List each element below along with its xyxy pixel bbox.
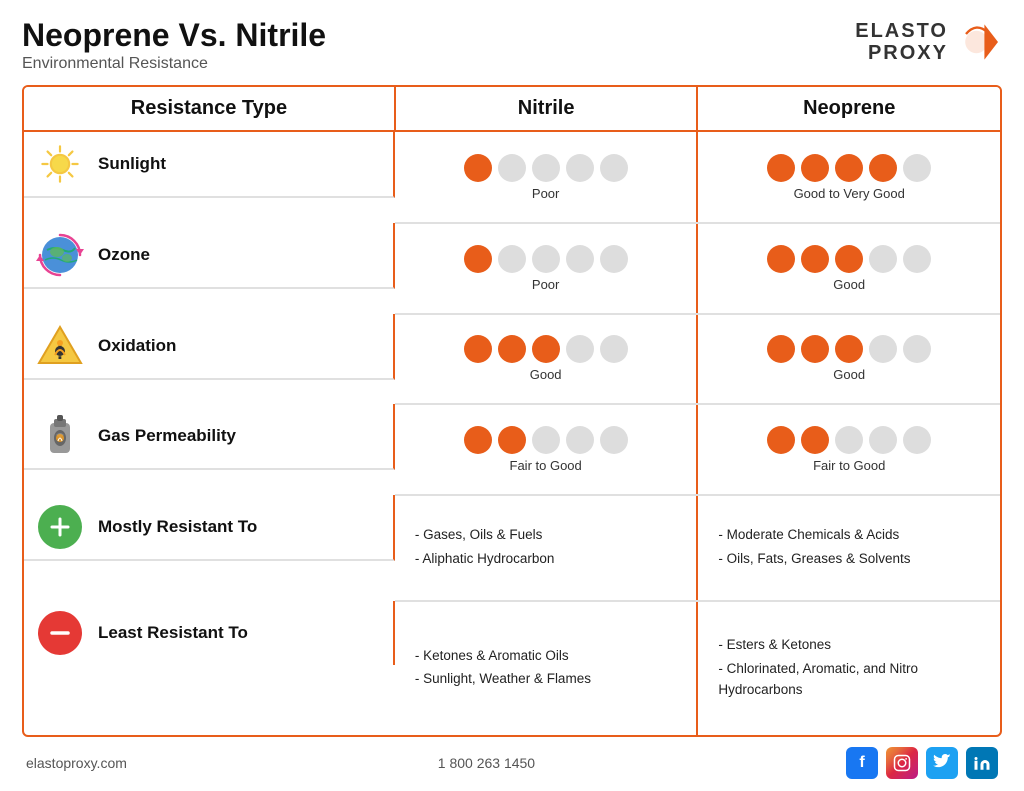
- neoprene-rating: Good: [708, 367, 990, 382]
- nitrile-cell: Good: [395, 314, 698, 405]
- sunlight-icon: [36, 140, 84, 188]
- resistance-label: Sunlight: [98, 154, 166, 174]
- footer-phone: 1 800 263 1450: [438, 755, 535, 771]
- footer: elastoproxy.com 1 800 263 1450 f: [22, 747, 1002, 779]
- list-item: - Chlorinated, Aromatic, and Nitro Hydro…: [718, 658, 980, 701]
- nitrile-rating: Fair to Good: [405, 458, 687, 473]
- neoprene-rating: Fair to Good: [708, 458, 990, 473]
- logo: ELASTO PROXY: [855, 18, 1002, 66]
- resistance-cell: Least Resistant To: [36, 609, 248, 657]
- nitrile-rating: Poor: [405, 277, 687, 292]
- elasto-proxy-logo-icon: [954, 18, 1002, 66]
- resistance-label: Least Resistant To: [98, 623, 248, 643]
- sub-title: Environmental Resistance: [22, 55, 326, 73]
- resistance-label: Gas Permeability: [98, 426, 236, 446]
- nitrile-list-cell: - Ketones & Aromatic Oils- Sunlight, Wea…: [395, 601, 698, 735]
- linkedin-icon[interactable]: [966, 747, 998, 779]
- gas-icon: [36, 412, 84, 460]
- neoprene-rating: Good: [708, 277, 990, 292]
- resistance-cell: Mostly Resistant To: [36, 503, 257, 551]
- footer-social-icons: f: [846, 747, 998, 779]
- header-left: Neoprene Vs. Nitrile Environmental Resis…: [22, 18, 326, 73]
- neoprene-list-cell: - Moderate Chemicals & Acids- Oils, Fats…: [697, 495, 1000, 601]
- main-title: Neoprene Vs. Nitrile: [22, 18, 326, 53]
- col-neoprene: Neoprene: [697, 87, 1000, 131]
- neoprene-rating: Good to Very Good: [708, 186, 990, 201]
- logo-text: ELASTO PROXY: [855, 20, 948, 64]
- instagram-icon[interactable]: [886, 747, 918, 779]
- table-row: Mostly Resistant To - Gases, Oils & Fuel…: [24, 495, 1000, 601]
- nitrile-cell: Fair to Good: [395, 404, 698, 495]
- minus-icon: [36, 609, 84, 657]
- resistance-cell: Gas Permeability: [36, 412, 236, 460]
- facebook-icon[interactable]: f: [846, 747, 878, 779]
- list-item: - Oils, Fats, Greases & Solvents: [718, 548, 980, 570]
- table-row: Sunlight Poor Good to Very Good: [24, 131, 1000, 223]
- table-row: Gas Permeability Fair to Good Fair to Go…: [24, 404, 1000, 495]
- nitrile-list: - Ketones & Aromatic Oils- Sunlight, Wea…: [405, 639, 687, 698]
- col-resistance-type: Resistance Type: [24, 87, 395, 131]
- footer-website: elastoproxy.com: [26, 755, 127, 771]
- nitrile-cell: Poor: [395, 131, 698, 223]
- list-item: - Sunlight, Weather & Flames: [415, 668, 677, 690]
- neoprene-cell: Fair to Good: [697, 404, 1000, 495]
- resistance-label: Oxidation: [98, 336, 176, 356]
- list-item: - Ketones & Aromatic Oils: [415, 645, 677, 667]
- neoprene-cell: Good to Very Good: [697, 131, 1000, 223]
- neoprene-cell: Good: [697, 314, 1000, 405]
- nitrile-rating: Good: [405, 367, 687, 382]
- resistance-label: Mostly Resistant To: [98, 517, 257, 537]
- plus-icon: [36, 503, 84, 551]
- twitter-icon[interactable]: [926, 747, 958, 779]
- nitrile-list-cell: - Gases, Oils & Fuels- Aliphatic Hydroca…: [395, 495, 698, 601]
- table-row: Ozone Poor Good: [24, 223, 1000, 314]
- list-item: - Esters & Ketones: [718, 634, 980, 656]
- table-header-row: Resistance Type Nitrile Neoprene: [24, 87, 1000, 131]
- table-row: Least Resistant To - Ketones & Aromatic …: [24, 601, 1000, 735]
- list-item: - Gases, Oils & Fuels: [415, 524, 677, 546]
- neoprene-cell: Good: [697, 223, 1000, 314]
- comparison-table: Resistance Type Nitrile Neoprene Sunligh…: [22, 85, 1002, 737]
- oxidation-icon: !: [36, 322, 84, 370]
- resistance-cell: ! Oxidation: [36, 322, 176, 370]
- nitrile-list: - Gases, Oils & Fuels- Aliphatic Hydroca…: [405, 518, 687, 577]
- neoprene-list: - Esters & Ketones- Chlorinated, Aromati…: [708, 628, 990, 709]
- col-nitrile: Nitrile: [395, 87, 698, 131]
- list-item: - Aliphatic Hydrocarbon: [415, 548, 677, 570]
- list-item: - Moderate Chemicals & Acids: [718, 524, 980, 546]
- table-row: ! Oxidation Good Good: [24, 314, 1000, 405]
- resistance-cell: Ozone: [36, 231, 150, 279]
- nitrile-cell: Poor: [395, 223, 698, 314]
- neoprene-list-cell: - Esters & Ketones- Chlorinated, Aromati…: [697, 601, 1000, 735]
- ozone-icon: [36, 231, 84, 279]
- nitrile-rating: Poor: [405, 186, 687, 201]
- resistance-label: Ozone: [98, 245, 150, 265]
- neoprene-list: - Moderate Chemicals & Acids- Oils, Fats…: [708, 518, 990, 577]
- page: Neoprene Vs. Nitrile Environmental Resis…: [0, 0, 1024, 791]
- resistance-cell: Sunlight: [36, 140, 166, 188]
- header: Neoprene Vs. Nitrile Environmental Resis…: [22, 18, 1002, 73]
